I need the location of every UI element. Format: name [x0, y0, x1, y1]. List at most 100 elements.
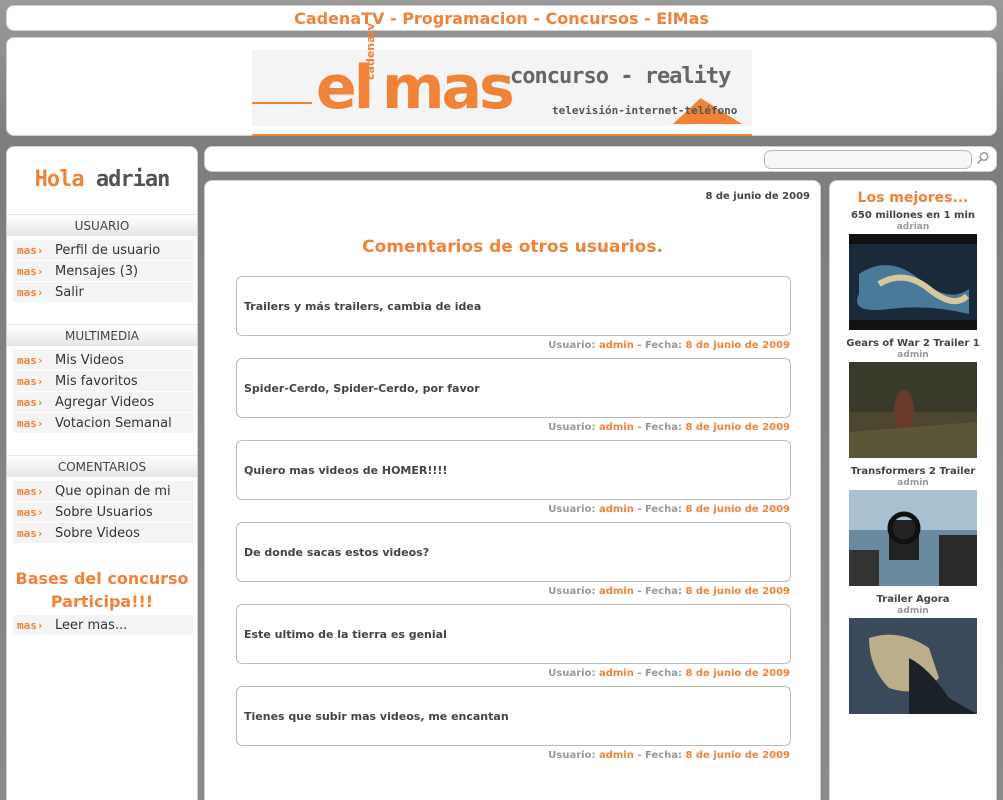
best-video-item[interactable]: Trailer Agora admin — [830, 594, 996, 714]
video-title[interactable]: Trailer Agora — [830, 594, 996, 605]
sidebar-item[interactable]: mas› Votacion Semanal — [13, 413, 193, 433]
best-video-item[interactable]: Gears of War 2 Trailer 1 admin — [830, 338, 996, 458]
sidebar-item[interactable]: mas› Que opinan de mi — [13, 481, 193, 501]
video-thumbnail[interactable] — [830, 362, 996, 458]
logo-el-text: el — [316, 53, 374, 123]
meta-user-label: Usuario: — [548, 340, 596, 351]
mas-tag-label: mas — [17, 264, 37, 278]
comment-user-link[interactable]: admin — [599, 504, 634, 515]
mas-tag-label: mas — [17, 526, 37, 540]
sidebar-item-label: Agregar Videos — [55, 394, 155, 410]
video-thumbnail[interactable] — [830, 490, 996, 586]
meta-date-label: - Fecha: — [637, 586, 682, 597]
mas-tag-label: mas — [17, 484, 37, 498]
sidebar-item[interactable]: mas› Sobre Videos — [13, 523, 193, 543]
meta-user-label: Usuario: — [548, 750, 596, 761]
sidebar-item-label: Sobre Videos — [55, 525, 140, 541]
mas-arrow-icon: mas› — [17, 285, 44, 299]
mas-arrow-icon: mas› — [17, 353, 44, 367]
sidebar-item-label: Votacion Semanal — [55, 415, 172, 431]
bases-title: Bases del concurso — [15, 569, 189, 588]
header-banner: el cadenatv mas concurso - reality telev… — [6, 23, 997, 136]
meta-date-label: - Fecha: — [637, 668, 682, 679]
video-title[interactable]: Gears of War 2 Trailer 1 — [830, 338, 996, 349]
comment-date-link[interactable]: 8 de junio de 2009 — [685, 422, 790, 433]
comment-date-link[interactable]: 8 de junio de 2009 — [685, 750, 790, 761]
meta-date-label: - Fecha: — [637, 422, 682, 433]
best-video-item[interactable]: Transformers 2 Trailer admin — [830, 466, 996, 586]
logo-cadena-text: cadenatv — [364, 23, 377, 80]
sidebar-item[interactable]: mas› Salir — [13, 282, 193, 302]
sidebar-item-label: Mensajes (3) — [55, 263, 139, 279]
mas-tag-label: mas — [17, 353, 37, 367]
greeting-word: Hola — [34, 167, 85, 192]
bases-heading: Bases del concurso Participa!!! — [7, 567, 197, 613]
comment-date-link[interactable]: 8 de junio de 2009 — [685, 340, 790, 351]
video-thumbnail[interactable] — [830, 234, 996, 330]
sidebar-item-label: Mis favoritos — [55, 373, 138, 389]
comment-user-link[interactable]: admin — [599, 340, 634, 351]
comment-user-link[interactable]: admin — [599, 750, 634, 761]
mas-arrow-icon: mas› — [17, 374, 44, 388]
logo-line-bottom — [252, 134, 752, 136]
comment-date-link[interactable]: 8 de junio de 2009 — [685, 504, 790, 515]
video-title[interactable]: Transformers 2 Trailer — [830, 466, 996, 477]
sidebar-item-label: Sobre Usuarios — [55, 504, 153, 520]
comment-text: De donde sacas estos videos? — [236, 522, 791, 582]
sidebar-item[interactable]: mas› Mis favoritos — [13, 371, 193, 391]
meta-user-label: Usuario: — [548, 422, 596, 433]
main-content: 8 de junio de 2009 Comentarios de otros … — [204, 180, 821, 800]
video-thumbnail[interactable] — [830, 618, 996, 714]
sidebar-item[interactable]: mas› Agregar Videos — [13, 392, 193, 412]
sidebar-item-leer-mas[interactable]: mas› Leer mas... — [13, 615, 193, 635]
section-title: USUARIO — [7, 214, 197, 236]
comment-list: Trailers y más trailers, cambia de idea U… — [236, 276, 791, 768]
sidebar-item-label: Perfil de usuario — [55, 242, 161, 258]
sidebar-item[interactable]: mas› Sobre Usuarios — [13, 502, 193, 522]
bases-subtitle: Participa!!! — [50, 592, 154, 611]
meta-date-label: - Fecha: — [637, 504, 682, 515]
comment-date-link[interactable]: 8 de junio de 2009 — [685, 586, 790, 597]
comment-meta: Usuario: admin - Fecha: 8 de junio de 20… — [236, 664, 791, 686]
mas-arrow-icon: mas› — [17, 526, 44, 540]
mas-tag-label: mas — [17, 374, 37, 388]
mas-arrow-icon: mas› — [17, 395, 44, 409]
site-title[interactable]: CadenaTV - Programacion - Concursos - El… — [294, 9, 709, 28]
best-video-item[interactable]: 650 millones en 1 min adrian — [830, 210, 996, 330]
sidebar-item-label: Salir — [55, 284, 84, 300]
sidebar-item-label: Leer mas... — [55, 617, 128, 633]
sidebar-item[interactable]: mas› Mensajes (3) — [13, 261, 193, 281]
current-date: 8 de junio de 2009 — [705, 191, 810, 202]
logo-concurso-text: concurso - reality — [510, 64, 731, 89]
video-title[interactable]: 650 millones en 1 min — [830, 210, 996, 221]
section-title: COMENTARIOS — [7, 455, 197, 477]
mas-arrow-icon: mas› — [17, 416, 44, 430]
comment-user-link[interactable]: admin — [599, 586, 634, 597]
search-icon[interactable] — [976, 151, 990, 165]
mas-arrow-icon: mas› — [17, 505, 44, 519]
meta-user-label: Usuario: — [548, 586, 596, 597]
comment-user-link[interactable]: admin — [599, 422, 634, 433]
logo-mas-text: mas — [382, 53, 515, 123]
comment-text: Spider-Cerdo, Spider-Cerdo, por favor — [236, 358, 791, 418]
comment-date-link[interactable]: 8 de junio de 2009 — [685, 668, 790, 679]
left-sidebar: Hola adrian USUARIO mas› Perfil de usuario… — [6, 146, 198, 800]
comment-text: Este ultimo de la tierra es genial — [236, 604, 791, 664]
comment-text: Quiero mas videos de HOMER!!!! — [236, 440, 791, 500]
mas-tag-label: mas — [17, 395, 37, 409]
video-user: admin — [897, 606, 929, 616]
sidebar-item-label: Mis Videos — [55, 352, 124, 368]
search-input[interactable] — [764, 150, 972, 169]
comment-text: Tienes que subir mas videos, me encantan — [236, 686, 791, 746]
mas-tag-label: mas — [17, 285, 37, 299]
video-user: admin — [897, 478, 929, 488]
sidebar-menu: USUARIO mas› Perfil de usuario mas› Mensajes… — [7, 214, 197, 543]
sidebar-item[interactable]: mas› Perfil de usuario — [13, 240, 193, 260]
video-user: adrian — [896, 222, 930, 232]
sidebar-item[interactable]: mas› Mis Videos — [13, 350, 193, 370]
site-logo[interactable]: el cadenatv mas concurso - reality telev… — [252, 23, 752, 136]
comment-meta: Usuario: admin - Fecha: 8 de junio de 20… — [236, 336, 791, 358]
best-videos-title: Los mejores... — [857, 190, 969, 206]
greeting-username: adrian — [95, 167, 170, 192]
comment-user-link[interactable]: admin — [599, 668, 634, 679]
